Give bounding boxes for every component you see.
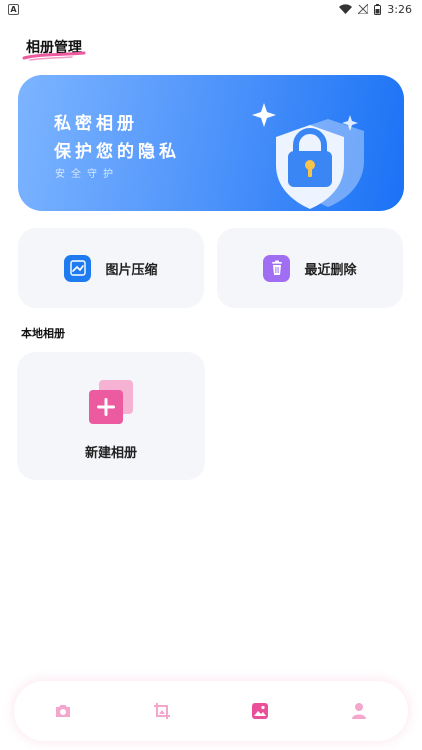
nav-gallery[interactable] bbox=[240, 691, 280, 731]
battery-icon bbox=[374, 3, 382, 15]
recently-deleted-button[interactable]: 最近删除 bbox=[217, 228, 403, 308]
bottom-nav bbox=[14, 681, 408, 741]
signal-off-icon bbox=[358, 4, 369, 14]
shield-lock-icon bbox=[252, 103, 364, 209]
nav-camera[interactable] bbox=[43, 691, 83, 731]
status-right: 3:26 bbox=[339, 3, 412, 16]
add-album-icon bbox=[89, 380, 133, 424]
banner-subtitle: 保护您的隐私 bbox=[54, 142, 180, 162]
notification-a-icon: A bbox=[8, 3, 19, 15]
banner-title: 私密相册 bbox=[54, 114, 138, 134]
image-compress-button[interactable]: 图片压缩 bbox=[18, 228, 204, 308]
status-bar: A 3:26 bbox=[0, 0, 422, 18]
status-time: 3:26 bbox=[387, 2, 412, 16]
crop-icon bbox=[153, 703, 170, 719]
title-underline-decoration bbox=[22, 51, 86, 61]
recently-deleted-label: 最近删除 bbox=[304, 262, 357, 278]
banner-tagline: 安全守护 bbox=[55, 169, 119, 180]
gallery-icon bbox=[252, 703, 269, 719]
trash-icon bbox=[263, 254, 291, 282]
profile-icon bbox=[351, 703, 366, 719]
image-compress-label: 图片压缩 bbox=[105, 262, 158, 278]
image-compress-icon bbox=[64, 254, 92, 282]
camera-icon bbox=[56, 705, 71, 717]
new-album-button[interactable]: 新建相册 bbox=[17, 352, 205, 480]
nav-profile[interactable] bbox=[339, 691, 379, 731]
wifi-icon bbox=[339, 4, 353, 14]
nav-crop[interactable] bbox=[142, 691, 182, 731]
status-left: A bbox=[8, 3, 19, 15]
local-albums-title: 本地相册 bbox=[21, 327, 65, 340]
new-album-label: 新建相册 bbox=[84, 446, 137, 461]
private-album-banner[interactable]: 私密相册 保护您的隐私 安全守护 bbox=[18, 75, 404, 211]
